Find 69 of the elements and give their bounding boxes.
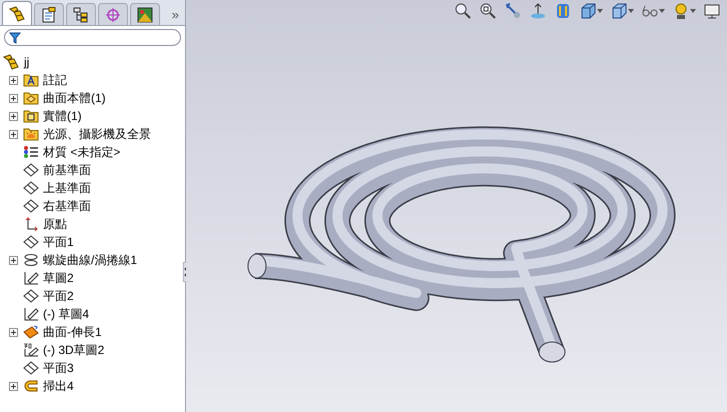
tree-item-label[interactable]: 原點: [43, 215, 67, 233]
parts-tree-icon: [2, 54, 20, 70]
tree-item-label[interactable]: 平面3: [43, 359, 74, 377]
tree-item-label[interactable]: 材質 <未指定>: [43, 143, 120, 161]
tree-item-label[interactable]: (-) 草圖4: [43, 305, 89, 323]
origin-icon: [23, 217, 39, 231]
expand-icon[interactable]: [8, 382, 18, 390]
expand-icon[interactable]: [8, 76, 18, 84]
display-style-icon[interactable]: [610, 2, 628, 20]
view-orientation-icon[interactable]: [579, 2, 597, 20]
more-tabs-button[interactable]: »: [172, 8, 179, 21]
tree-item-label[interactable]: 曲面本體(1): [43, 89, 106, 107]
caret-icon[interactable]: [597, 9, 603, 13]
expand-icon[interactable]: [8, 328, 18, 336]
tree-item-label[interactable]: 平面2: [43, 287, 74, 305]
sketch-3d-icon: [23, 343, 39, 357]
dynamic-annotation-icon[interactable]: [554, 2, 572, 20]
expand-icon[interactable]: [8, 130, 18, 138]
tree-item-label[interactable]: 上基準面: [43, 179, 91, 197]
solid-folder-icon: [23, 109, 39, 123]
tree-item-label[interactable]: 掃出4: [43, 377, 74, 395]
panel-tab[interactable]: [66, 3, 96, 25]
surface-folder-icon: [23, 91, 39, 105]
tree-item-label[interactable]: 右基準面: [43, 197, 91, 215]
caret-icon[interactable]: [690, 9, 696, 13]
expand-icon[interactable]: [8, 112, 18, 120]
lights-folder-icon: [23, 127, 39, 141]
parts-tree-icon: [8, 6, 26, 22]
tree-item-label[interactable]: 平面1: [43, 233, 74, 251]
zoom-fit-icon[interactable]: [454, 2, 472, 20]
tree-item-label[interactable]: 前基準面: [43, 161, 91, 179]
crosshair-icon: [105, 6, 121, 22]
document-icon: [41, 6, 57, 22]
plane-icon: [23, 163, 39, 177]
plane-icon: [23, 361, 39, 375]
material-icon: [23, 145, 39, 159]
tree-item-label[interactable]: 實體(1): [43, 107, 82, 125]
helix-icon: [23, 253, 39, 267]
tree-item-label[interactable]: 光源、攝影機及全景: [43, 125, 151, 143]
tree-item-label[interactable]: (-) 3D草圖2: [43, 341, 104, 359]
panel-tab[interactable]: [34, 3, 64, 25]
filter-icon: [9, 32, 21, 44]
tree-item-label[interactable]: 草圖2: [43, 269, 74, 287]
tree-item-label[interactable]: 螺旋曲線/渦捲線1: [43, 251, 138, 269]
landscape-icon: [137, 6, 153, 22]
plane-icon: [23, 181, 39, 195]
surface-extrude-icon: [23, 325, 39, 339]
panel-tab[interactable]: [2, 1, 32, 25]
sketch-icon: [23, 307, 39, 321]
section-view-icon[interactable]: [529, 2, 547, 20]
tree-item-label[interactable]: 曲面-伸長1: [43, 323, 102, 341]
expand-icon[interactable]: [8, 256, 18, 264]
caret-icon[interactable]: [659, 9, 665, 13]
sketch-icon: [23, 271, 39, 285]
hierarchy-icon: [73, 6, 89, 22]
zoom-area-icon[interactable]: [479, 2, 497, 20]
tree-item-label[interactable]: 註記: [43, 71, 67, 89]
annotation-folder-icon: [23, 73, 39, 87]
panel-tab[interactable]: [130, 3, 160, 25]
tree-root-label[interactable]: jj: [24, 53, 30, 71]
plane-icon: [23, 235, 39, 249]
plane-icon: [23, 289, 39, 303]
plane-icon: [23, 199, 39, 213]
previous-view-icon[interactable]: [504, 2, 522, 20]
monitor-icon[interactable]: [703, 2, 721, 20]
expand-icon[interactable]: [8, 94, 18, 102]
caret-icon[interactable]: [628, 9, 634, 13]
filter-field[interactable]: [4, 29, 181, 46]
sweep-icon: [23, 379, 39, 393]
